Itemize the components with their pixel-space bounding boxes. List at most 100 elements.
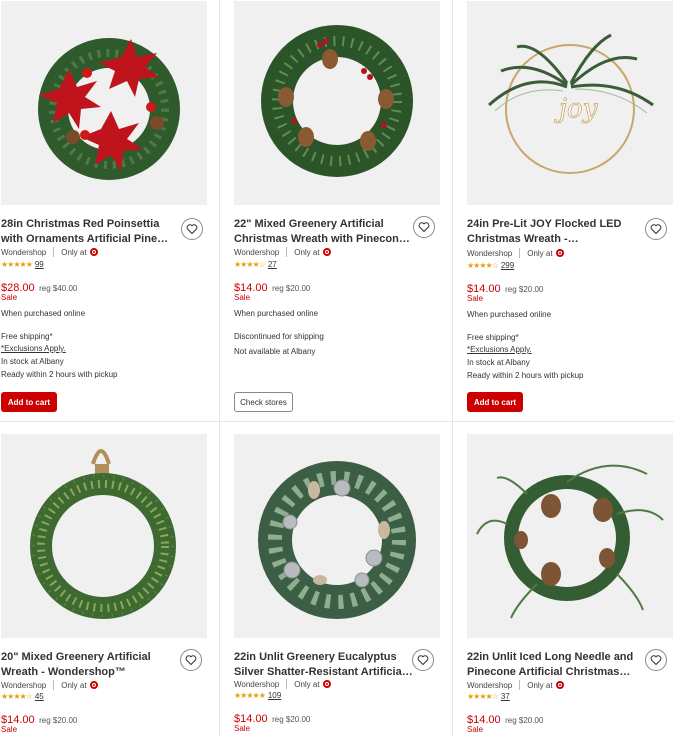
only-at-label: Only at (294, 247, 320, 257)
target-logo-icon (555, 249, 564, 257)
product-card: 22in Unlit Iced Long Needle and Pinecone… (467, 434, 673, 736)
rating-row[interactable]: ★★★★★ 99 (1, 260, 44, 269)
product-image[interactable] (234, 1, 440, 205)
sale-label: Sale (467, 294, 484, 303)
product-image[interactable] (234, 434, 440, 638)
only-at-label: Only at (527, 680, 553, 690)
product-title[interactable]: 20" Mixed Greenery Artificial Wreath - W… (1, 650, 181, 680)
sale-label: Sale (234, 724, 251, 733)
rating-row[interactable]: ★★★★☆ 27 (234, 260, 277, 269)
separator (286, 679, 288, 689)
heart-icon (417, 655, 429, 666)
star-icon: ★★★★★ (1, 260, 33, 269)
product-card: 20" Mixed Greenery Artificial Wreath - W… (1, 434, 207, 736)
exclusions-link[interactable]: *Exclusions Apply. (467, 345, 532, 354)
product-title[interactable]: 24in Pre-Lit JOY Flocked LED Christmas W… (467, 217, 647, 247)
rating-count[interactable]: 299 (501, 261, 514, 270)
check-stores-button[interactable]: Check stores (234, 392, 293, 412)
separator (519, 248, 521, 258)
store-availability: In stock at Albany (467, 358, 530, 367)
store-availability: In stock at Albany (1, 357, 64, 366)
regular-price: reg $20.00 (505, 285, 544, 294)
product-image[interactable] (467, 434, 673, 638)
heart-icon (650, 655, 662, 666)
favorite-button[interactable] (181, 218, 203, 240)
product-card: 22" Mixed Greenery Artificial Christmas … (234, 1, 440, 421)
brand-link[interactable]: Wondershop (234, 248, 279, 257)
purchase-note: When purchased online (467, 310, 552, 319)
favorite-button[interactable] (412, 649, 434, 671)
rating-row[interactable]: ★★★★☆ 45 (1, 692, 44, 701)
regular-price: reg $20.00 (272, 284, 311, 293)
shipping-status: Discontinued for shipping (234, 332, 324, 341)
add-to-cart-button[interactable]: Add to cart (467, 392, 523, 412)
rating-count[interactable]: 109 (268, 691, 281, 700)
product-title[interactable]: 22in Unlit Iced Long Needle and Pinecone… (467, 650, 647, 680)
product-image[interactable] (1, 434, 207, 638)
product-grid: 28in Christmas Red Poinsettia with Ornam… (0, 0, 674, 736)
favorite-button[interactable] (645, 649, 667, 671)
rating-row[interactable]: ★★★★☆ 299 (467, 261, 514, 270)
rating-count[interactable]: 45 (35, 692, 44, 701)
rating-row[interactable]: ★★★★★ 109 (234, 691, 281, 700)
heart-icon (650, 224, 662, 235)
product-image[interactable] (1, 1, 207, 205)
exclusions-link[interactable]: *Exclusions Apply. (1, 344, 66, 353)
target-logo-icon (322, 680, 331, 688)
separator (286, 247, 288, 257)
separator (519, 680, 521, 690)
product-title[interactable]: 28in Christmas Red Poinsettia with Ornam… (1, 217, 181, 247)
rating-count[interactable]: 27 (268, 260, 277, 269)
product-title[interactable]: 22" Mixed Greenery Artificial Christmas … (234, 217, 414, 247)
add-to-cart-button[interactable]: Add to cart (1, 392, 57, 412)
favorite-button[interactable] (180, 649, 202, 671)
heart-icon (418, 222, 430, 233)
joy-sign-text: joy (554, 94, 598, 124)
favorite-button[interactable] (413, 216, 435, 238)
target-logo-icon (322, 248, 331, 256)
brand-link[interactable]: Wondershop (234, 680, 279, 689)
shipping-label: Free shipping* (1, 332, 53, 341)
star-icon: ★★★★★ (234, 691, 266, 700)
pickup-info: Ready within 2 hours with pickup (467, 371, 584, 380)
purchase-note: When purchased online (1, 309, 86, 318)
star-icon: ★★★★☆ (234, 260, 266, 269)
product-card: 22in Unlit Greenery Eucalyptus Silver Sh… (234, 434, 440, 736)
only-at-label: Only at (61, 247, 87, 257)
product-image[interactable]: joy (467, 1, 673, 205)
rating-count[interactable]: 37 (501, 692, 510, 701)
wreath-image-long-needle (467, 434, 673, 638)
rating-row[interactable]: ★★★★☆ 37 (467, 692, 510, 701)
separator (53, 247, 55, 257)
product-title[interactable]: 22in Unlit Greenery Eucalyptus Silver Sh… (234, 650, 414, 680)
wreath-image-greenery-loop (1, 434, 207, 638)
rating-count[interactable]: 99 (35, 260, 44, 269)
sale-label: Sale (1, 725, 18, 734)
wreath-image-mixed-greenery (234, 1, 440, 205)
pickup-info: Ready within 2 hours with pickup (1, 370, 118, 379)
brand-row: Wondershop Only at (234, 679, 331, 689)
column-divider (219, 0, 220, 736)
sale-label: Sale (234, 293, 251, 302)
brand-link[interactable]: Wondershop (467, 249, 512, 258)
wreath-image-eucalyptus (234, 434, 440, 638)
brand-link[interactable]: Wondershop (1, 248, 46, 257)
only-at-label: Only at (61, 680, 87, 690)
favorite-button[interactable] (645, 218, 667, 240)
brand-link[interactable]: Wondershop (1, 681, 46, 690)
brand-link[interactable]: Wondershop (467, 681, 512, 690)
heart-icon (185, 655, 197, 666)
regular-price: reg $20.00 (272, 715, 311, 724)
target-logo-icon (89, 248, 98, 256)
only-at-label: Only at (527, 248, 553, 258)
heart-icon (186, 224, 198, 235)
brand-row: Wondershop Only at (234, 247, 331, 257)
purchase-note: When purchased online (234, 309, 319, 318)
wreath-image-joy-led: joy (467, 1, 673, 205)
store-availability: Not available at Albany (234, 347, 316, 356)
shipping-label: Free shipping* (467, 333, 519, 342)
product-card: 28in Christmas Red Poinsettia with Ornam… (1, 1, 207, 421)
separator (53, 680, 55, 690)
brand-row: Wondershop Only at (467, 680, 564, 690)
brand-row: Wondershop Only at (1, 680, 98, 690)
